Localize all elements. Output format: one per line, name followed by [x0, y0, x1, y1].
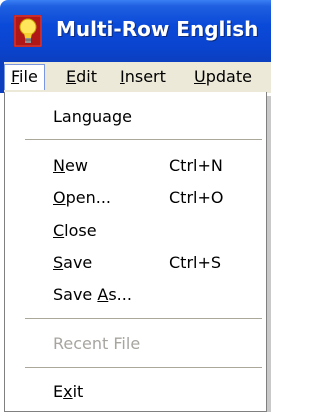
menu-separator — [25, 367, 262, 368]
menu-insert[interactable]: Insert — [114, 64, 172, 90]
menu-edit-rest: dit — [76, 67, 97, 86]
title-bar[interactable]: Multi-Row English — [0, 0, 271, 62]
menu-item-close[interactable]: Close — [5, 216, 266, 246]
menu-item-label: New — [53, 156, 88, 175]
menu-shadow — [267, 96, 271, 412]
menu-item-language[interactable]: Language — [5, 102, 266, 132]
menu-item-shortcut: Ctrl+O — [169, 188, 224, 207]
menu-item-label: Recent File — [53, 334, 141, 353]
label-pre: E — [53, 382, 64, 401]
label-rest: it — [72, 382, 84, 401]
menu-bar: File Edit Insert Update — [0, 62, 271, 93]
menu-item-label: Save As... — [53, 285, 132, 304]
label-pre: Save — [53, 285, 98, 304]
label-rest: pen... — [65, 188, 111, 207]
menu-item-shortcut: Ctrl+N — [169, 156, 223, 175]
menu-item-shortcut: Ctrl+S — [169, 253, 222, 272]
menu-update[interactable]: Update — [188, 64, 258, 90]
menu-update-mnemonic: U — [194, 67, 206, 86]
menu-item-open[interactable]: Open... Ctrl+O — [5, 183, 266, 213]
menu-separator — [25, 318, 262, 319]
menu-item-label: Language — [53, 107, 132, 126]
mnemonic-char: C — [53, 221, 65, 240]
menu-separator — [25, 139, 262, 140]
menu-item-save-as[interactable]: Save As... — [5, 280, 266, 310]
window-title: Multi-Row English — [56, 17, 259, 41]
menu-item-recent-file[interactable]: Recent File — [5, 329, 266, 359]
mnemonic-char: S — [53, 253, 64, 272]
menu-item-label: Close — [53, 221, 97, 240]
mnemonic-char: x — [63, 382, 73, 401]
label-rest: ew — [64, 156, 88, 175]
mnemonic-char: N — [53, 156, 65, 175]
menu-file-rest: ile — [19, 67, 38, 86]
menu-insert-rest: nsert — [124, 67, 166, 86]
menu-item-label: Open... — [53, 188, 111, 207]
lightbulb-icon — [14, 15, 42, 47]
menu-edit[interactable]: Edit — [60, 64, 103, 90]
menu-edit-mnemonic: E — [66, 67, 77, 86]
menu-item-save[interactable]: Save Ctrl+S — [5, 248, 266, 278]
mnemonic-char: A — [97, 285, 109, 304]
menu-file[interactable]: File — [4, 64, 45, 90]
file-menu-dropdown: Language New Ctrl+N Open... Ctrl+O Close… — [4, 92, 267, 412]
menu-item-label: Save — [53, 253, 92, 272]
menu-item-new[interactable]: New Ctrl+N — [5, 151, 266, 181]
mnemonic-char: O — [53, 188, 66, 207]
menu-file-mnemonic: F — [11, 67, 20, 86]
menu-item-exit[interactable]: Exit — [5, 377, 266, 407]
menu-item-label: Exit — [53, 382, 83, 401]
label-rest: ave — [63, 253, 93, 272]
menu-update-rest: pdate — [205, 67, 252, 86]
label-rest: s... — [108, 285, 132, 304]
label-rest: lose — [64, 221, 97, 240]
